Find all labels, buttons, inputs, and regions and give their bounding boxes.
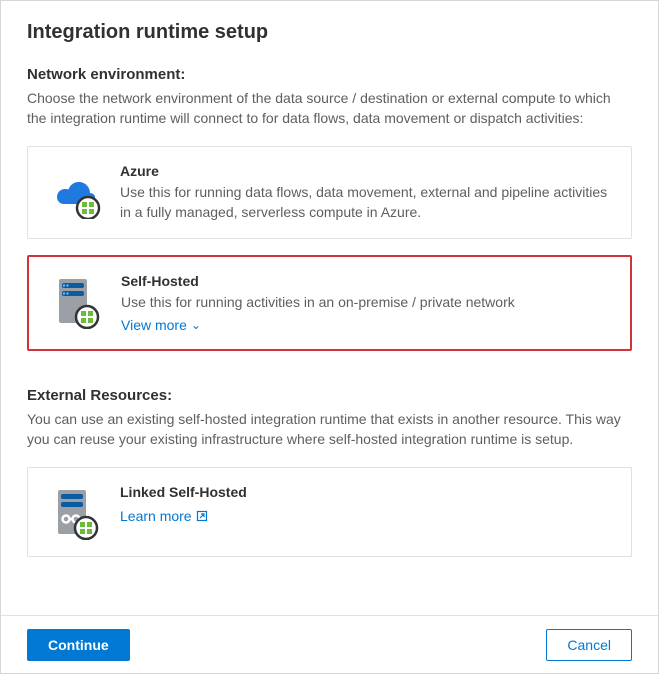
- external-link-icon: [196, 510, 208, 522]
- card-title-self-hosted: Self-Hosted: [121, 273, 612, 289]
- page-title: Integration runtime setup: [27, 21, 632, 44]
- view-more-label: View more: [121, 317, 187, 333]
- cancel-button[interactable]: Cancel: [546, 629, 632, 661]
- linked-server-icon: [46, 484, 102, 540]
- chevron-down-icon: ⌄: [191, 318, 201, 332]
- card-title-linked: Linked Self-Hosted: [120, 484, 613, 500]
- dialog-footer: Continue Cancel: [1, 615, 658, 673]
- server-icon: [47, 273, 103, 329]
- view-more-link[interactable]: View more ⌄: [121, 317, 201, 333]
- card-desc-self-hosted: Use this for running activities in an on…: [121, 293, 612, 313]
- card-title-azure: Azure: [120, 163, 613, 179]
- learn-more-label: Learn more: [120, 508, 192, 524]
- option-card-linked-self-hosted[interactable]: Linked Self-Hosted Learn more: [27, 467, 632, 557]
- section-title-external: External Resources:: [27, 387, 632, 404]
- option-card-self-hosted[interactable]: Self-Hosted Use this for running activit…: [27, 255, 632, 351]
- section-desc-network: Choose the network environment of the da…: [27, 89, 632, 128]
- azure-cloud-icon: [46, 163, 102, 219]
- learn-more-link[interactable]: Learn more: [120, 508, 208, 524]
- card-desc-azure: Use this for running data flows, data mo…: [120, 183, 613, 222]
- option-card-azure[interactable]: Azure Use this for running data flows, d…: [27, 146, 632, 239]
- section-title-network: Network environment:: [27, 66, 632, 83]
- continue-button[interactable]: Continue: [27, 629, 130, 661]
- section-desc-external: You can use an existing self-hosted inte…: [27, 410, 632, 449]
